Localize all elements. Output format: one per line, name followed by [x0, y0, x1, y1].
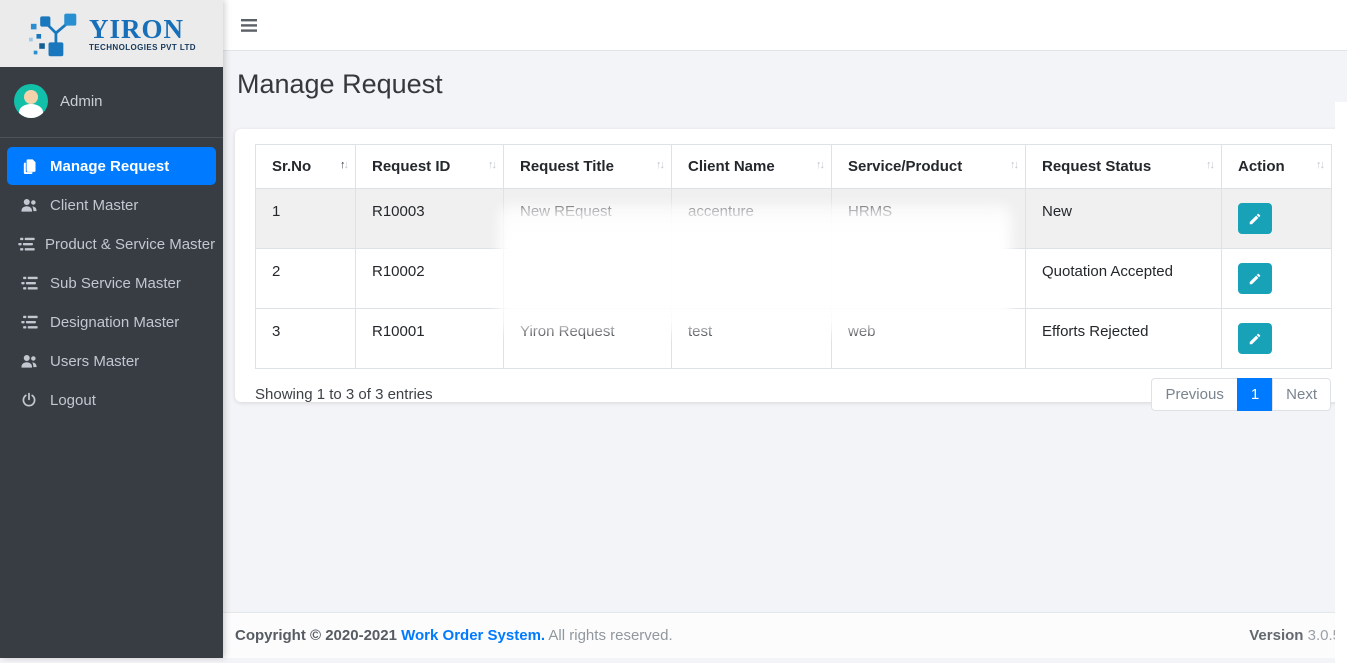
- column-header-service-product[interactable]: Service/Product: [831, 144, 1026, 189]
- pencil-icon: [1249, 333, 1261, 344]
- copy-icon: [18, 158, 40, 175]
- edit-button[interactable]: [1238, 323, 1272, 354]
- cell-srno: 2: [255, 248, 356, 309]
- cell-request-id: R10001: [355, 308, 504, 369]
- sidebar-item-manage-request[interactable]: Manage Request: [7, 147, 216, 185]
- requests-table: Sr.No Request ID Request Title Client Na…: [255, 144, 1332, 369]
- cell-service-product: HRMS: [831, 188, 1026, 249]
- cell-request-title: New REquest: [503, 188, 672, 249]
- sidebar-nav: Manage Request Client Master Product & S…: [0, 138, 223, 429]
- cell-srno: 1: [255, 188, 356, 249]
- cell-client-name: accenture: [671, 188, 832, 249]
- sidebar-item-label: Product & Service Master: [45, 235, 216, 253]
- topbar: [223, 0, 1347, 51]
- copyright-text: Copyright © 2020-2021 Work Order System.…: [235, 627, 673, 644]
- cell-client-name: test: [671, 308, 832, 369]
- brand-logo[interactable]: YIRON TECHNOLOGIES PVT LTD: [0, 0, 223, 67]
- sort-icon[interactable]: [656, 159, 663, 171]
- user-panel: Admin: [0, 67, 223, 138]
- pagination-previous-button[interactable]: Previous: [1151, 378, 1238, 411]
- cell-request-id: R10002: [355, 248, 504, 309]
- sidebar-item-logout[interactable]: Logout: [7, 381, 216, 419]
- main-area: Manage Request Sr.No Request ID Request …: [223, 0, 1347, 663]
- users-icon: [18, 197, 40, 213]
- pencil-icon: [1249, 273, 1261, 284]
- cell-request-title: [503, 248, 672, 309]
- user-avatar: [14, 84, 48, 118]
- sidebar-item-label: Users Master: [50, 352, 140, 370]
- cell-request-status: Quotation Accepted: [1025, 248, 1222, 309]
- brand-tagline: TECHNOLOGIES PVT LTD: [89, 42, 196, 52]
- version-text: Version 3.0.5: [1249, 627, 1341, 644]
- column-header-action[interactable]: Action: [1221, 144, 1332, 189]
- cell-service-product: [831, 248, 1026, 309]
- entries-info: Showing 1 to 3 of 3 entries: [255, 386, 433, 403]
- page-footer: Copyright © 2020-2021 Work Order System.…: [223, 612, 1347, 658]
- table-row: 3 R10001 Yiron Request test web Efforts …: [255, 308, 1332, 369]
- sidebar-item-label: Logout: [50, 391, 96, 409]
- cell-request-title: Yiron Request: [503, 308, 672, 369]
- sort-icon[interactable]: [1010, 159, 1017, 171]
- content-area: Manage Request Sr.No Request ID Request …: [223, 51, 1347, 663]
- sidebar: YIRON TECHNOLOGIES PVT LTD Admin Manage …: [0, 0, 223, 658]
- sidebar-item-label: Designation Master: [50, 313, 180, 331]
- table-row: 2 R10002 Quotation Accepted: [255, 248, 1332, 309]
- list-icon: [18, 315, 40, 330]
- pagination-page-1-button[interactable]: 1: [1236, 378, 1274, 411]
- cell-service-product: web: [831, 308, 1026, 369]
- table-header-row: Sr.No Request ID Request Title Client Na…: [255, 144, 1332, 189]
- hamburger-menu-icon[interactable]: [241, 18, 257, 32]
- sort-icon[interactable]: [1316, 159, 1323, 171]
- sidebar-item-label: Sub Service Master: [50, 274, 181, 292]
- sidebar-item-users-master[interactable]: Users Master: [7, 342, 216, 380]
- column-header-request-title[interactable]: Request Title: [503, 144, 672, 189]
- pencil-icon: [1249, 213, 1261, 224]
- edit-button[interactable]: [1238, 263, 1272, 294]
- cell-request-id: R10003: [355, 188, 504, 249]
- cell-request-status: New: [1025, 188, 1222, 249]
- sort-icon[interactable]: [816, 159, 823, 171]
- column-header-request-status[interactable]: Request Status: [1025, 144, 1222, 189]
- pagination: Previous 1 Next: [1151, 378, 1331, 411]
- sidebar-item-label: Manage Request: [50, 157, 170, 175]
- manage-request-card: Sr.No Request ID Request Title Client Na…: [235, 129, 1347, 411]
- sidebar-item-label: Client Master: [50, 196, 139, 214]
- edit-button[interactable]: [1238, 203, 1272, 234]
- cell-client-name: [671, 248, 832, 309]
- column-header-srno[interactable]: Sr.No: [255, 144, 356, 189]
- scrollbar-track[interactable]: [1335, 102, 1347, 663]
- sidebar-item-product-service-master[interactable]: Product & Service Master: [7, 225, 216, 263]
- list-icon: [18, 276, 40, 291]
- table-row: 1 R10003 New REquest accenture HRMS New: [255, 188, 1332, 249]
- pagination-next-button[interactable]: Next: [1272, 378, 1331, 411]
- page-title: Manage Request: [237, 69, 443, 99]
- sort-icon[interactable]: [488, 159, 495, 171]
- user-name: Admin: [60, 92, 103, 110]
- list-icon: [18, 237, 35, 252]
- cell-request-status: Efforts Rejected: [1025, 308, 1222, 369]
- column-header-client-name[interactable]: Client Name: [671, 144, 832, 189]
- work-order-system-link[interactable]: Work Order System.: [401, 627, 545, 644]
- users-icon: [18, 353, 40, 369]
- sort-icon[interactable]: [340, 159, 347, 171]
- cell-srno: 3: [255, 308, 356, 369]
- sidebar-item-sub-service-master[interactable]: Sub Service Master: [7, 264, 216, 302]
- yiron-molecule-icon: [29, 13, 77, 56]
- sidebar-item-client-master[interactable]: Client Master: [7, 186, 216, 224]
- power-icon: [18, 392, 40, 408]
- sort-icon[interactable]: [1206, 159, 1213, 171]
- column-header-request-id[interactable]: Request ID: [355, 144, 504, 189]
- sidebar-item-designation-master[interactable]: Designation Master: [7, 303, 216, 341]
- brand-name: YIRON: [89, 13, 185, 44]
